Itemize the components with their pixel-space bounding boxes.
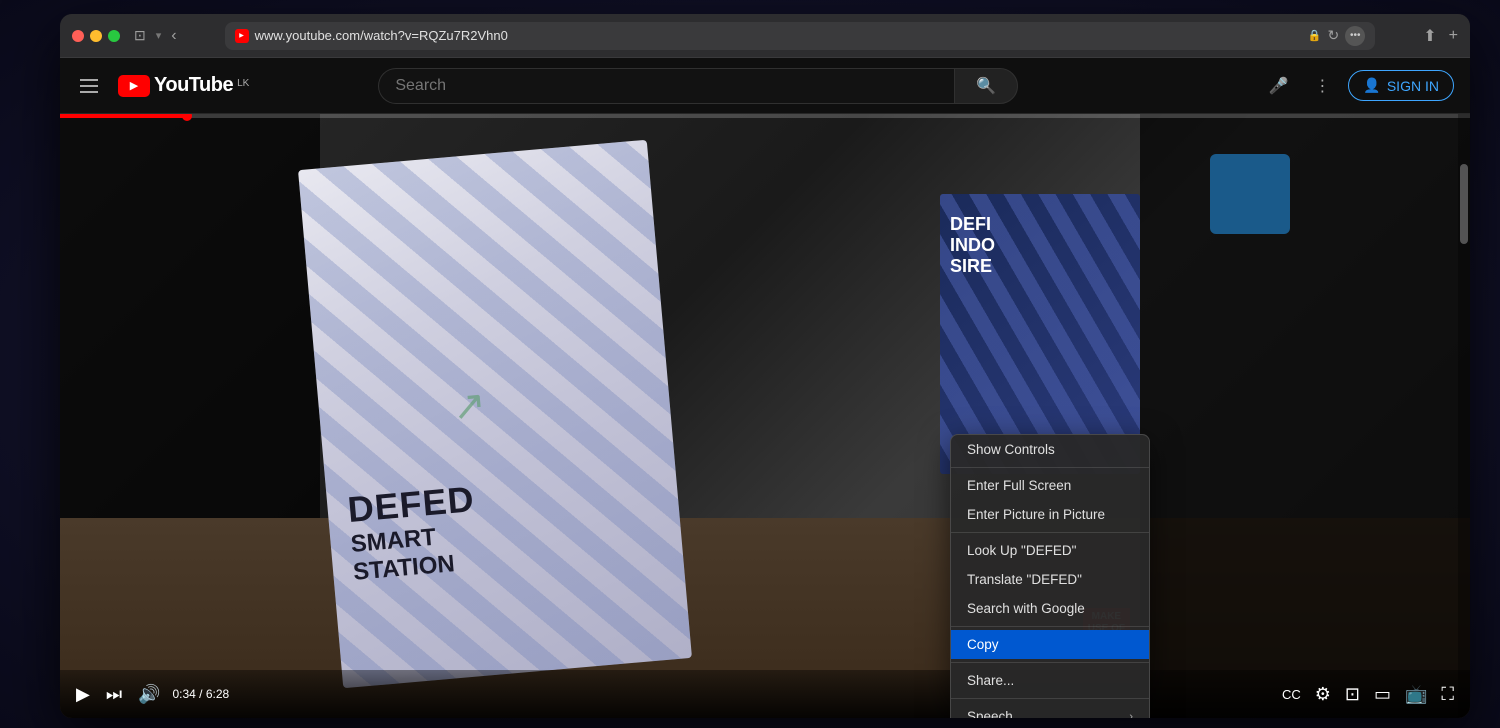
minimize-button[interactable] [90,30,102,42]
scrollbar-thumb[interactable] [1460,164,1468,244]
context-menu-item-enter-fullscreen[interactable]: Enter Full Screen [951,471,1149,500]
search-container: 🔍 [378,68,1018,104]
share-label: Share... [967,673,1014,688]
title-bar-controls: ⊡ ▾ ‹ [134,27,177,45]
next-button[interactable]: ⏭ [102,680,126,709]
context-menu: Show Controls Enter Full Screen Enter Pi… [950,434,1150,718]
miniplayer-button[interactable]: ⊡ [1341,680,1364,709]
browser-window: ⊡ ▾ ‹ www.youtube.com/watch?v=RQZu7R2Vhn… [60,14,1470,718]
video-container[interactable]: DEFED SMART STATION DEFIINDOSIRE MAKE US… [60,114,1470,718]
vertical-dots-icon: ⋮ [1314,76,1330,96]
package-text: DEFED SMART STATION [346,478,481,587]
settings-button[interactable]: ⚙ [1311,680,1335,709]
theater-mode-button[interactable]: ▭ [1370,680,1395,709]
enter-fullscreen-label: Enter Full Screen [967,478,1071,493]
blue-package-text: DEFIINDOSIRE [950,214,995,277]
main-package: DEFED SMART STATION [298,140,692,689]
sidebar-toggle-button[interactable]: ⊡ [134,27,146,44]
hamburger-line [80,91,98,93]
cast-button[interactable]: 📺 [1401,680,1431,709]
package-arrow [437,374,502,439]
search-google-label: Search with Google [967,601,1085,616]
context-menu-divider [951,467,1149,468]
video-content: DEFED SMART STATION DEFIINDOSIRE MAKE US… [60,114,1470,718]
lock-icon: 🔒 [1308,29,1322,42]
sign-in-button[interactable]: 👤 SIGN IN [1348,70,1454,101]
context-menu-divider [951,626,1149,627]
context-menu-item-copy[interactable]: Copy [951,630,1149,659]
time-display: 0:34 / 6:28 [172,687,229,701]
volume-button[interactable]: 🔊 [134,680,164,709]
hamburger-menu-button[interactable] [76,75,102,97]
context-menu-item-search-google[interactable]: Search with Google [951,594,1149,623]
time-separator: / [199,687,206,701]
maximize-button[interactable] [108,30,120,42]
video-controls-right: CC ⚙ ⊡ ▭ 📺 ⛶ [1278,680,1458,709]
context-menu-item-lookup[interactable]: Look Up "DEFED" [951,536,1149,565]
context-menu-item-translate[interactable]: Translate "DEFED" [951,565,1149,594]
favicon-icon [235,29,249,43]
back-button[interactable]: ‹ [171,27,176,45]
scrollbar-track [1458,114,1470,718]
title-bar: ⊡ ▾ ‹ www.youtube.com/watch?v=RQZu7R2Vhn… [60,14,1470,58]
translate-label: Translate "DEFED" [967,572,1082,587]
secondary-package: DEFIINDOSIRE [940,194,1140,474]
address-bar[interactable]: www.youtube.com/watch?v=RQZu7R2Vhn0 🔒 ↻ … [225,22,1376,50]
total-time: 6:28 [206,687,229,701]
more-options-button[interactable]: ⋮ [1304,68,1340,104]
context-menu-item-enter-pip[interactable]: Enter Picture in Picture [951,500,1149,529]
video-progress-played [60,114,187,118]
chevron-down-icon: ▾ [156,29,162,42]
account-icon: 👤 [1363,77,1380,94]
fullscreen-button[interactable]: ⛶ [1437,680,1458,709]
search-input[interactable] [378,68,954,104]
context-menu-item-speech[interactable]: Speech › [951,702,1149,718]
title-bar-right: ⬆ + [1423,26,1458,46]
context-menu-item-share[interactable]: Share... [951,666,1149,695]
url-text: www.youtube.com/watch?v=RQZu7R2Vhn0 [255,28,1302,43]
video-controls-bar: ▶ ⏭ 🔊 0:34 / 6:28 CC ⚙ ⊡ ▭ 📺 ⛶ [60,670,1470,718]
share-button[interactable]: ⬆ [1423,26,1436,46]
youtube-locale-label: LK [237,78,249,89]
video-right-letterbox [1140,114,1470,718]
context-menu-divider [951,532,1149,533]
close-button[interactable] [72,30,84,42]
search-icon: 🔍 [976,76,996,96]
blue-accent-box [1210,154,1290,234]
refresh-button[interactable]: ↻ [1328,27,1340,44]
video-progress-bar[interactable] [60,114,1470,118]
current-time: 0:34 [172,687,195,701]
microphone-button[interactable]: 🎤 [1260,68,1296,104]
sign-in-label: SIGN IN [1387,78,1439,94]
lookup-label: Look Up "DEFED" [967,543,1076,558]
traffic-lights [72,30,120,42]
context-menu-divider [951,662,1149,663]
hamburger-line [80,85,98,87]
copy-label: Copy [967,637,999,652]
context-menu-divider [951,698,1149,699]
youtube-header: YouTube LK 🔍 🎤 ⋮ 👤 SIGN IN [60,58,1470,114]
show-controls-label: Show Controls [967,442,1055,457]
play-pause-button[interactable]: ▶ [72,680,94,709]
youtube-logo-text: YouTube [154,74,233,97]
context-menu-item-show-controls[interactable]: Show Controls [951,435,1149,464]
enter-pip-label: Enter Picture in Picture [967,507,1105,522]
new-tab-button[interactable]: + [1449,27,1458,45]
subtitles-button[interactable]: CC [1278,683,1305,706]
more-options-button[interactable]: ••• [1345,26,1365,46]
search-button[interactable]: 🔍 [954,68,1018,104]
submenu-arrow-icon: › [1129,711,1133,719]
youtube-logo-icon [118,75,150,97]
microphone-icon: 🎤 [1268,76,1288,96]
speech-label: Speech [967,709,1013,718]
hamburger-line [80,79,98,81]
header-right-controls: 🎤 ⋮ 👤 SIGN IN [1260,68,1454,104]
youtube-logo[interactable]: YouTube LK [118,74,249,97]
